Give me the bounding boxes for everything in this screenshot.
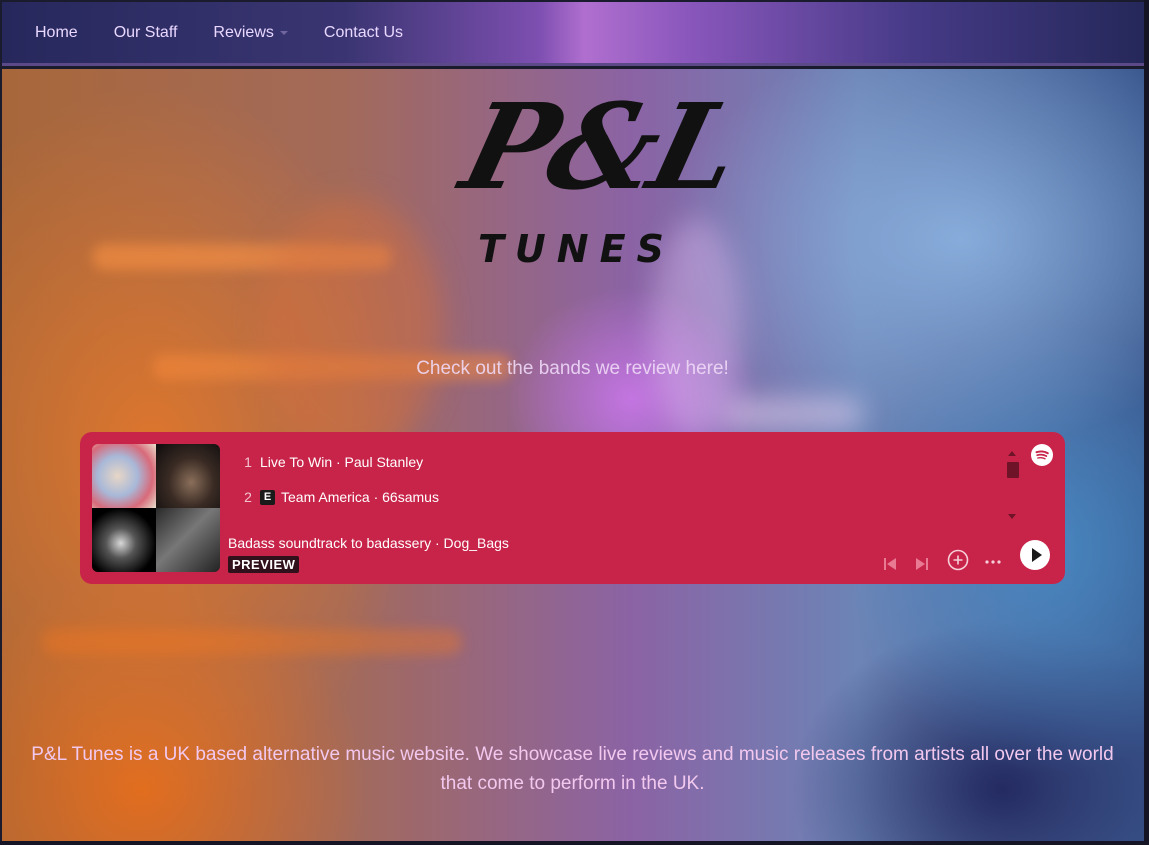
track-title: Team America · 66samus bbox=[281, 489, 439, 505]
album-art-tile bbox=[92, 508, 156, 572]
chevron-down-icon bbox=[279, 30, 288, 35]
background-glow bbox=[722, 399, 862, 429]
previous-track-icon[interactable] bbox=[882, 556, 898, 572]
track-row[interactable]: 1 Live To Win · Paul Stanley bbox=[236, 454, 423, 470]
logo-wordmark-bottom: TUNES bbox=[478, 227, 675, 271]
spotify-embed-player: 1 Live To Win · Paul Stanley 2 E Team Am… bbox=[80, 432, 1065, 584]
background-streak bbox=[42, 629, 462, 655]
track-number: 1 bbox=[244, 454, 252, 470]
album-art-tile bbox=[156, 508, 220, 572]
track-number: 2 bbox=[244, 489, 252, 505]
preview-badge: PREVIEW bbox=[228, 556, 300, 573]
add-icon[interactable] bbox=[947, 549, 969, 571]
about-description: P&L Tunes is a UK based alternative musi… bbox=[31, 744, 1114, 794]
next-track-icon[interactable] bbox=[914, 556, 930, 572]
background-blur bbox=[262, 199, 442, 459]
more-options-icon[interactable] bbox=[983, 556, 1003, 568]
tracklist-scrollbar[interactable] bbox=[1006, 448, 1019, 520]
nav-contact-us-link[interactable]: Contact Us bbox=[324, 24, 403, 42]
scroll-down-arrow-icon[interactable] bbox=[1008, 514, 1016, 519]
nav-reviews-dropdown[interactable]: Reviews bbox=[213, 23, 288, 42]
track-row[interactable]: 2 E Team America · 66samus bbox=[236, 489, 439, 505]
scrollbar-thumb[interactable] bbox=[1007, 462, 1019, 478]
nav-home-link[interactable]: Home bbox=[35, 24, 78, 42]
album-art-tile bbox=[92, 444, 156, 508]
album-art-tile bbox=[156, 444, 220, 508]
nav-our-staff-link[interactable]: Our Staff bbox=[114, 24, 178, 42]
logo-wordmark-top: P&L bbox=[449, 77, 751, 216]
scroll-up-arrow-icon[interactable] bbox=[1008, 451, 1016, 456]
window-edge bbox=[0, 841, 1149, 845]
spotify-logo-icon[interactable] bbox=[1031, 444, 1053, 466]
playlist-cover-art bbox=[92, 444, 220, 572]
top-navbar: Home Our Staff Reviews Contact Us bbox=[2, 2, 1144, 66]
playlist-title[interactable]: Badass soundtrack to badassery · Dog_Bag… bbox=[228, 535, 509, 551]
play-icon[interactable] bbox=[1020, 540, 1050, 570]
site-logo: P&L TUNES bbox=[432, 77, 751, 288]
window-edge bbox=[1144, 0, 1149, 845]
hero-tagline: Check out the bands we review here! bbox=[416, 358, 729, 379]
track-title: Live To Win · Paul Stanley bbox=[260, 454, 424, 470]
nav-reviews-label: Reviews bbox=[213, 23, 274, 41]
explicit-badge: E bbox=[260, 489, 275, 505]
